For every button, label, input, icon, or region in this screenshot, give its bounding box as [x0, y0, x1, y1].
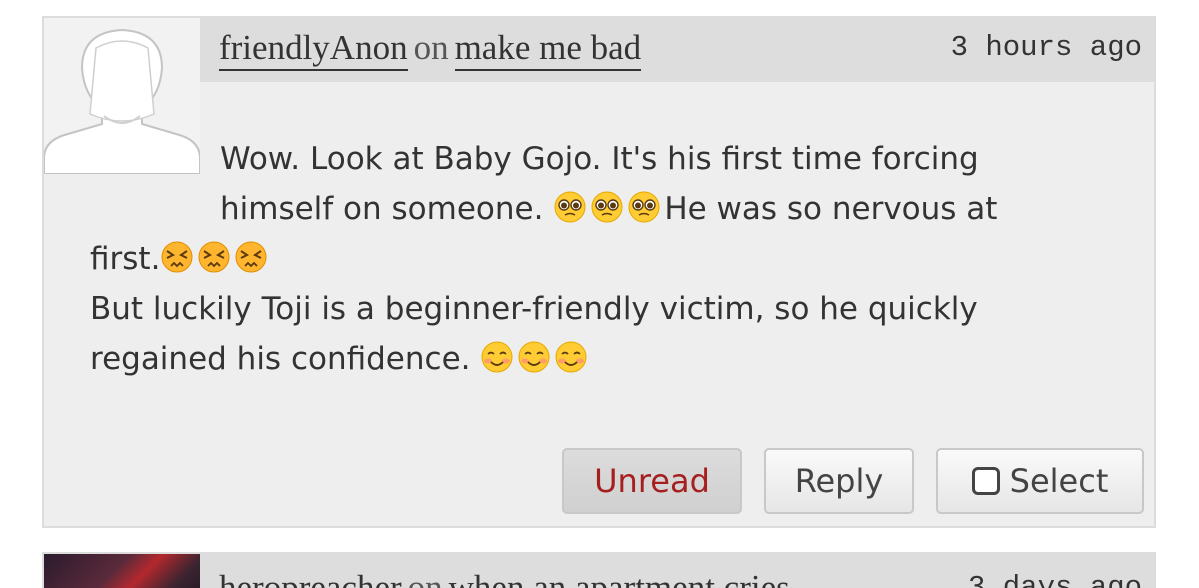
comment-card: friendlyAnon on make me bad 3 hours ago Wo… — [42, 16, 1156, 528]
comment-line: Wow. Look at Baby Gojo. It's his first t… — [90, 134, 1130, 184]
comment-timestamp: 3 days ago — [967, 571, 1142, 588]
comment-line: first. — [90, 234, 1130, 284]
comment-line-text: Wow. Look at Baby Gojo. It's his first t… — [220, 141, 979, 177]
comment-line-text: first. — [90, 241, 161, 277]
comment-byline: friendlyAnon on make me bad — [219, 24, 642, 72]
work-title-link[interactable]: make me bad — [454, 28, 642, 71]
next-comment-card: heropreacher on when an apartment cries 3 … — [42, 552, 1156, 588]
comment-line: But luckily Toji is a beginner-friendly … — [90, 284, 1130, 334]
smiling-face-icon — [517, 340, 551, 374]
smiling-face-icon — [480, 340, 514, 374]
comment-body: Wow. Look at Baby Gojo. It's his first t… — [90, 134, 1130, 384]
pleading-face-icon — [553, 190, 587, 224]
comment-line: regained his confidence. — [90, 334, 1130, 384]
avatar[interactable] — [44, 554, 200, 588]
author-link[interactable]: friendlyAnon — [219, 28, 408, 71]
pleading-face-icon — [590, 190, 624, 224]
select-button[interactable]: Select — [936, 448, 1144, 514]
work-title-link[interactable]: when an apartment cries — [448, 568, 790, 588]
persevering-face-icon — [234, 240, 268, 274]
reply-button[interactable]: Reply — [764, 448, 914, 514]
persevering-face-icon — [160, 240, 194, 274]
comment-line-text: He was so nervous at — [664, 191, 998, 227]
byline-on-text: on — [407, 568, 443, 588]
select-checkbox[interactable] — [971, 467, 1000, 495]
pleading-face-icon — [627, 190, 661, 224]
unread-button[interactable]: Unread — [562, 448, 742, 514]
comment-line-text: But luckily Toji is a beginner-friendly … — [90, 291, 978, 327]
author-link[interactable]: heropreacher — [219, 568, 402, 588]
comment-line-text: regained his confidence. — [90, 341, 481, 377]
persevering-face-icon — [197, 240, 231, 274]
comment-line: himself on someone. He was so nervous at — [90, 184, 1130, 234]
select-button-label: Select — [1009, 462, 1109, 500]
comment-line-text: himself on someone. — [220, 191, 554, 227]
comment-actions: Unread Reply Select — [562, 448, 1144, 514]
byline-on-text: on — [413, 28, 449, 67]
comment-byline: heropreacher on when an apartment cries — [219, 564, 790, 588]
smiling-face-icon — [554, 340, 588, 374]
comment-timestamp: 3 hours ago — [950, 31, 1142, 64]
